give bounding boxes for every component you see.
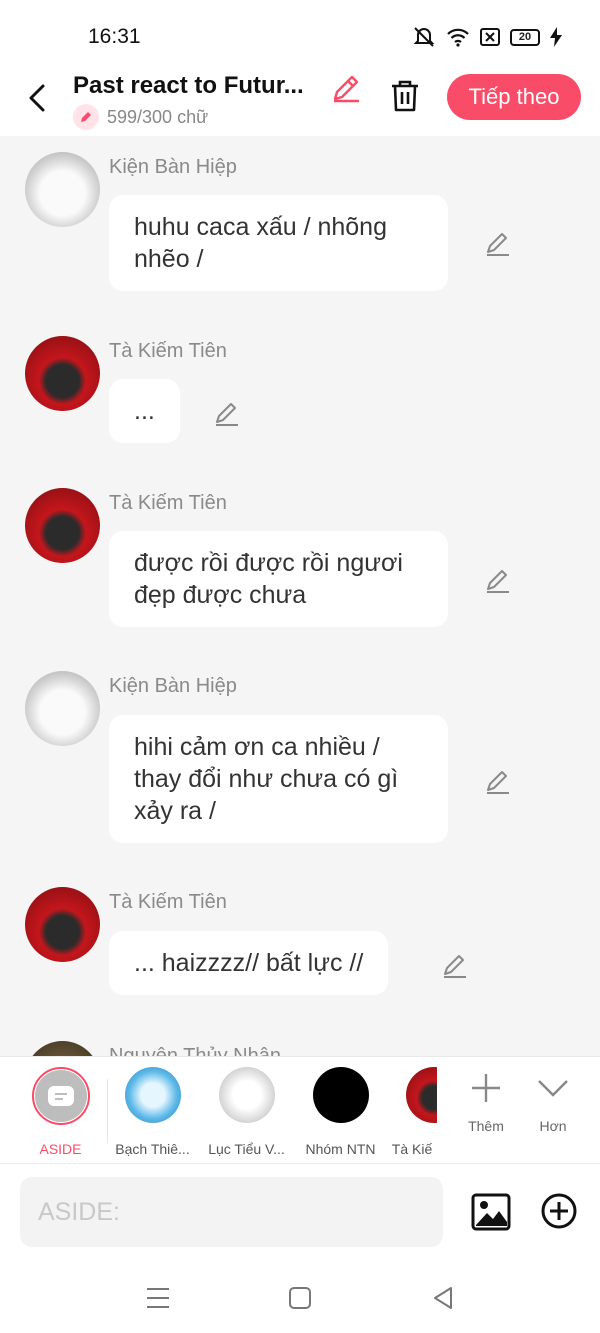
message-line: đẹp được chưa (134, 581, 307, 609)
character-label: Lục Tiểu V... (208, 1141, 285, 1157)
chat-list[interactable]: Kiện Bàn Hiệp huhu caca xấu / nhõng nhẽo… (0, 136, 600, 1056)
message-line: được rồi được rồi ngươi (134, 549, 403, 577)
message-author: Tà Kiếm Tiên (109, 492, 227, 514)
charging-icon (550, 27, 562, 47)
message-author: Tà Kiếm Tiên (109, 340, 227, 362)
more-label: Thêm (468, 1118, 504, 1134)
character-avatar (312, 1067, 369, 1123)
plus-circle-icon (541, 1193, 577, 1229)
next-button[interactable]: Tiếp theo (447, 74, 581, 120)
avatar[interactable] (25, 336, 100, 411)
edit-message-icon[interactable] (441, 952, 469, 980)
character-label: Nhóm NTN (305, 1141, 376, 1157)
avatar[interactable] (25, 671, 100, 746)
message-line: ... (134, 397, 155, 425)
character-item[interactable]: Lục Tiểu V... (199, 1067, 294, 1157)
pencil-icon (333, 75, 359, 103)
pencil-badge-icon (73, 104, 99, 130)
message-author: Tà Kiếm Tiên (109, 891, 227, 913)
edit-message-icon[interactable] (484, 567, 512, 595)
back-nav-icon[interactable] (429, 1284, 457, 1312)
message-bubble[interactable]: được rồi được rồi ngươi đẹp được chưa (109, 531, 448, 627)
status-bar: 16:31 20 (0, 0, 600, 70)
counter-text: 599/300 chữ (107, 106, 209, 127)
message-author: Nguyên Thủy Nhân (109, 1045, 281, 1056)
message-bubble[interactable]: hihi cảm ơn ca nhiều / thay đổi như chưa… (109, 715, 448, 843)
character-avatar (124, 1067, 181, 1123)
sim-x-icon (480, 28, 500, 46)
status-icons: 20 (412, 26, 562, 48)
edit-title-button[interactable] (330, 72, 362, 104)
insert-image-button[interactable] (471, 1192, 511, 1232)
message-line: xảy ra / (134, 797, 216, 825)
character-label: Tà Kiế (391, 1141, 433, 1157)
message-author: Kiện Bàn Hiệp (109, 675, 237, 697)
menu-icon[interactable] (144, 1284, 172, 1312)
status-time: 16:31 (88, 25, 141, 48)
avatar[interactable] (25, 887, 100, 962)
character-label: ASIDE (39, 1141, 82, 1157)
avatar[interactable] (25, 1041, 100, 1056)
home-icon[interactable] (286, 1284, 314, 1312)
avatar[interactable] (25, 152, 100, 227)
character-item[interactable]: Tà Kiế (387, 1067, 437, 1157)
battery-icon: 20 (510, 28, 540, 46)
message-line: ... haizzzz// bất lực // (134, 949, 364, 977)
message-bubble[interactable]: ... haizzzz// bất lực // (109, 931, 389, 995)
character-bar: ASIDE Bạch Thiê... Lục Tiểu V... Nhóm NT… (0, 1056, 600, 1164)
chevron-down-icon (538, 1080, 568, 1097)
message-line: nhẽo / (134, 245, 204, 273)
image-icon (471, 1193, 511, 1231)
character-avatar (218, 1067, 275, 1123)
chevron-left-icon (29, 84, 45, 112)
edit-message-icon[interactable] (484, 768, 512, 796)
character-aside[interactable]: ASIDE (13, 1067, 108, 1157)
avatar[interactable] (25, 488, 100, 563)
message-author: Kiện Bàn Hiệp (109, 156, 237, 178)
edit-message-icon[interactable] (484, 230, 512, 258)
story-title: Past react to Futur... (73, 72, 304, 99)
mute-icon (413, 27, 435, 47)
expand-button[interactable]: Hơn (523, 1071, 583, 1134)
system-nav-bar (0, 1264, 600, 1333)
add-button[interactable] (540, 1192, 578, 1230)
composer-bar (0, 1164, 600, 1264)
message-line: hihi cảm ơn ca nhiều / (134, 733, 380, 761)
character-label: Bạch Thiê... (115, 1141, 190, 1157)
message-bubble[interactable]: ... (109, 379, 180, 443)
back-button[interactable] (22, 78, 52, 118)
chat-bubble-icon (47, 1086, 74, 1106)
more-characters-button[interactable]: Thêm (456, 1071, 516, 1134)
expand-label: Hơn (539, 1118, 567, 1134)
edit-message-icon[interactable] (213, 400, 241, 428)
header: Past react to Futur... 599/300 chữ Tiếp … (0, 70, 600, 136)
trash-icon (392, 80, 418, 112)
character-item[interactable]: Bạch Thiê... (105, 1067, 200, 1157)
delete-button[interactable] (387, 78, 423, 114)
character-item[interactable]: Nhóm NTN (293, 1067, 388, 1157)
character-avatar (406, 1067, 437, 1123)
message-line: thay đổi như chưa có gì (134, 765, 399, 793)
message-input[interactable] (20, 1177, 443, 1247)
wifi-icon (447, 28, 469, 47)
message-bubble[interactable]: huhu caca xấu / nhõng nhẽo / (109, 195, 448, 291)
plus-icon (472, 1074, 500, 1102)
word-counter: 599/300 chữ (73, 104, 208, 130)
message-line: huhu caca xấu / nhõng (134, 213, 387, 241)
